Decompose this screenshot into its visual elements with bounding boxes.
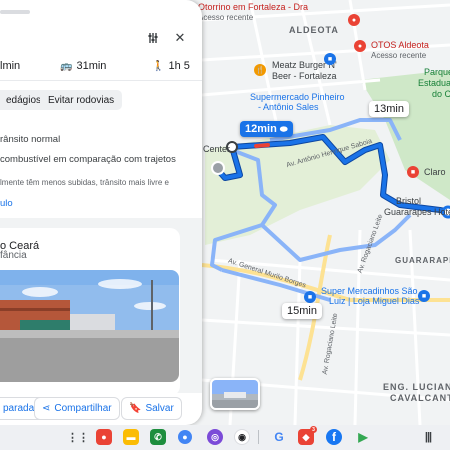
map-label-super-sao-luiz-2: Luiz | Loja Miguel Dias (329, 296, 420, 306)
app-drawer-icon[interactable]: ⋮⋮ (67, 429, 89, 445)
map-label-bristol[interactable]: Bristol (396, 196, 421, 206)
map-label-center: Center (203, 144, 231, 154)
notification-badge: 3 (310, 426, 317, 433)
map-label-meatz-2: Beer - Fortaleza (272, 71, 337, 81)
phone-app-icon[interactable]: ✆ (150, 429, 166, 445)
route-time-selected[interactable]: 12min ⬬ (240, 121, 293, 137)
walk-icon: 🚶 (152, 60, 165, 72)
directions-panel[interactable]: lmin 🚌 31min 🚶 1h 5 ✕ edágios Evitar rod… (0, 0, 202, 425)
map-label-aldeota: ALDEOTA (289, 25, 339, 35)
share-label: Compartilhar (54, 403, 112, 414)
map-label-otorrino-recent: Acesso recente (198, 13, 254, 22)
mode-transit-time: 31min (76, 60, 107, 72)
street-view-thumbnail[interactable] (210, 378, 260, 410)
google-app-icon[interactable]: G (271, 429, 287, 445)
map-label-bristol-2: Guararapes Hotel (384, 207, 450, 217)
save-label: Salvar (145, 403, 174, 414)
taskbar: ⋮⋮ ● ▬ ✆ ● ◎ ◉ G ◆ 3 f ▶ ||| (0, 425, 450, 450)
bookmark-icon: 🔖 (129, 403, 142, 414)
route-time-alt-1[interactable]: 13min (369, 101, 409, 117)
taskbar-divider (258, 430, 259, 444)
mode-transit[interactable]: 🚌 31min (60, 60, 106, 72)
map-label-otorrino[interactable]: Otorrino em Fortaleza - Dra (198, 2, 308, 12)
route-time-selected-label: 12min (245, 123, 277, 135)
map-label-parque-3: do Coco (432, 89, 450, 99)
map-label-super-sao-luiz[interactable]: Super Mercadinhos São (321, 286, 418, 296)
shop-pin-icon[interactable]: ■ (418, 290, 430, 302)
map-label-claro[interactable]: Claro (424, 167, 446, 177)
place-subtitle: fância (0, 250, 27, 261)
travel-mode-row: lmin 🚌 31min 🚶 1h 5 (0, 56, 200, 78)
divider (0, 80, 202, 81)
route-time-alt-2[interactable]: 15min (282, 303, 322, 319)
place-photo[interactable] (0, 270, 179, 382)
save-button[interactable]: 🔖 Salvar (121, 397, 182, 420)
car-icon: ⬬ (279, 124, 288, 134)
route-note: lmente têm menos subidas, trânsito mais … (0, 178, 169, 187)
drag-handle[interactable] (0, 10, 30, 14)
fuel-comparison: combustível em comparação com trajetos (0, 154, 176, 165)
options-button[interactable] (142, 27, 164, 49)
messages-app-icon[interactable]: ● (178, 430, 192, 444)
chip-avoid-highways[interactable]: Evitar rodovias (40, 90, 123, 110)
browser-app-icon[interactable]: ◎ (207, 429, 223, 445)
place-photo-image (0, 270, 179, 382)
map-label-otos-recent: Acesso recente (371, 51, 427, 60)
maps-app-icon[interactable]: ◆ 3 (298, 426, 317, 445)
map-label-eng-luciano: ENG. LUCIANO (383, 382, 450, 392)
map-label-parque[interactable]: Parque (424, 67, 450, 77)
map-label-supermercado[interactable]: Supermercado Pinheiro (250, 92, 345, 102)
close-button[interactable]: ✕ (169, 27, 191, 49)
street-view-image (212, 380, 258, 408)
shop-pin-icon[interactable]: ■ (304, 291, 316, 303)
share-button[interactable]: ⋖ Compartilhar (34, 397, 120, 420)
map-label-parque-2: Estadual (418, 78, 450, 88)
mode-drive-time: lmin (0, 60, 21, 72)
sliders-icon (148, 33, 158, 43)
recent-apps-icon[interactable]: ||| (420, 429, 436, 445)
mode-walk[interactable]: 🚶 1h 5 (152, 60, 190, 72)
share-icon: ⋖ (42, 403, 51, 414)
shop-pin-icon[interactable]: ■ (407, 166, 419, 178)
mode-walk-time: 1h 5 (168, 60, 190, 72)
mode-drive[interactable]: lmin (0, 60, 20, 72)
place-pin-icon[interactable]: ● (348, 14, 360, 26)
app-icon-notes[interactable]: ▬ (123, 429, 139, 445)
learn-more-link[interactable]: ulo (0, 198, 13, 209)
traffic-status: rânsito normal (0, 134, 61, 145)
restaurant-pin-icon[interactable]: 🍴 (254, 64, 266, 76)
map-label-guararapes: GUARARAPES (395, 256, 450, 265)
play-store-icon[interactable]: ▶ (355, 429, 371, 445)
app-icon-red[interactable]: ● (96, 429, 112, 445)
camera-app-icon[interactable]: ◉ (234, 429, 250, 445)
map-label-cavalcante: CAVALCANTE (390, 393, 450, 403)
close-icon: ✕ (174, 30, 186, 45)
map-label-supermercado-2: - Antônio Sales (258, 102, 319, 112)
map-label-otos[interactable]: OTOS Aldeota (371, 40, 429, 50)
bus-icon: 🚌 (60, 60, 73, 72)
facebook-app-icon[interactable]: f (326, 429, 342, 445)
place-pin-icon[interactable]: ● (354, 40, 366, 52)
shop-pin-icon[interactable]: ■ (324, 53, 336, 65)
